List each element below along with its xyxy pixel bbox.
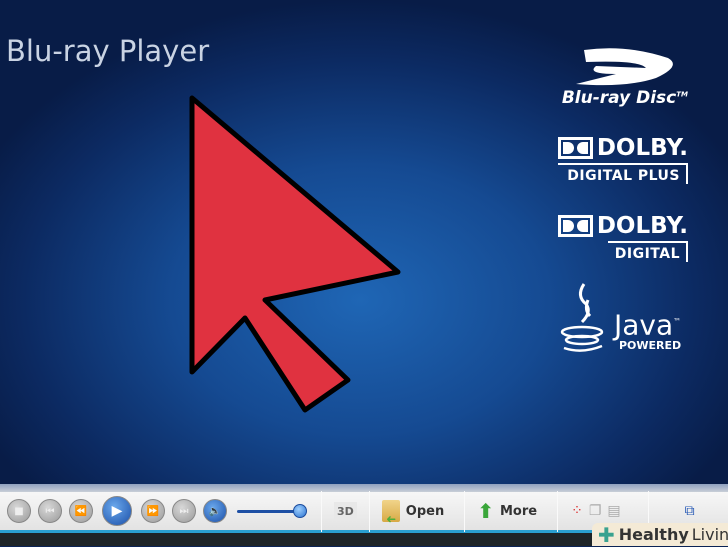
open-button[interactable]: Open (370, 500, 456, 522)
healthy-living-watermark: ✚HealthyLiving (592, 522, 728, 547)
watermark-brand2: Living (691, 525, 728, 544)
volume-track (237, 510, 300, 513)
3d-button[interactable]: 3D (334, 501, 357, 521)
fast-forward-button[interactable]: ⏩ (141, 499, 165, 523)
open-label: Open (405, 503, 445, 519)
window-mode-icon[interactable]: ❐ (589, 503, 602, 519)
play-button[interactable]: ▶ (102, 496, 132, 526)
folder-icon (381, 500, 400, 522)
divider (321, 490, 322, 532)
toolbar-edge (0, 484, 728, 492)
watermark-brand1: Healthy (618, 525, 689, 544)
volume-slider[interactable] (237, 504, 307, 518)
cursor-arrow-icon (189, 95, 401, 413)
fullscreen-icon[interactable]: ⧉ (685, 503, 695, 519)
previous-chapter-button[interactable]: ⏮ (38, 499, 62, 523)
stop-button[interactable]: ■ (7, 499, 31, 523)
up-arrow-icon: ⬆ (477, 499, 494, 523)
next-chapter-button[interactable]: ⏭ (172, 499, 196, 523)
screen-mode-icon[interactable]: ▤ (607, 503, 620, 519)
color-settings-icon[interactable]: ⁘ (571, 503, 583, 519)
video-area: Blu-ray Player Blu-ray DiscTM DOLBY. DIG… (0, 0, 728, 484)
plus-leaf-icon: ✚ (598, 522, 615, 547)
more-button[interactable]: ⬆ More (465, 501, 549, 521)
more-label: More (500, 503, 538, 519)
volume-button[interactable]: 🔈 (203, 499, 227, 523)
volume-knob[interactable] (293, 504, 307, 518)
rewind-button[interactable]: ⏪ (69, 499, 93, 523)
